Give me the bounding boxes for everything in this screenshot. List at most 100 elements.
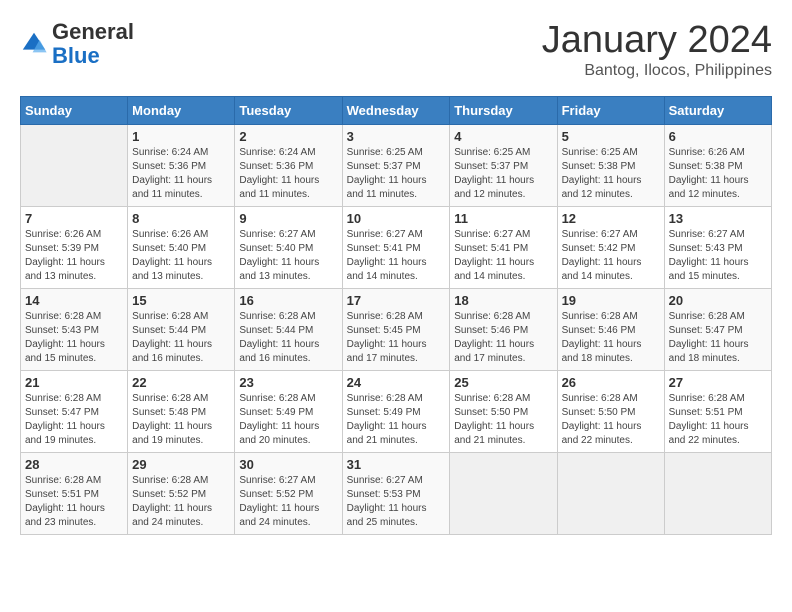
day-info: Sunrise: 6:28 AMSunset: 5:51 PMDaylight:… [25,474,123,530]
day-cell: 17 Sunrise: 6:28 AMSunset: 5:45 PMDayligh… [342,288,450,370]
column-header-friday: Friday [557,96,664,124]
day-info: Sunrise: 6:26 AMSunset: 5:39 PMDaylight:… [25,228,123,284]
day-cell: 16 Sunrise: 6:28 AMSunset: 5:44 PMDayligh… [235,288,342,370]
day-cell [557,452,664,534]
day-info: Sunrise: 6:28 AMSunset: 5:50 PMDaylight:… [454,392,552,448]
day-cell [664,452,771,534]
day-info: Sunrise: 6:28 AMSunset: 5:47 PMDaylight:… [669,310,767,366]
day-number: 5 [562,129,660,144]
day-cell: 21 Sunrise: 6:28 AMSunset: 5:47 PMDayligh… [21,370,128,452]
day-number: 2 [239,129,337,144]
day-cell: 24 Sunrise: 6:28 AMSunset: 5:49 PMDayligh… [342,370,450,452]
day-info: Sunrise: 6:28 AMSunset: 5:51 PMDaylight:… [669,392,767,448]
day-number: 17 [347,293,446,308]
day-cell: 30 Sunrise: 6:27 AMSunset: 5:52 PMDayligh… [235,452,342,534]
column-header-tuesday: Tuesday [235,96,342,124]
day-info: Sunrise: 6:28 AMSunset: 5:49 PMDaylight:… [347,392,446,448]
day-number: 14 [25,293,123,308]
week-row-1: 1 Sunrise: 6:24 AMSunset: 5:36 PMDaylight… [21,124,772,206]
day-cell: 28 Sunrise: 6:28 AMSunset: 5:51 PMDayligh… [21,452,128,534]
day-info: Sunrise: 6:24 AMSunset: 5:36 PMDaylight:… [239,146,337,202]
day-cell: 8Sunrise: 6:26 AMSunset: 5:40 PMDaylight… [128,206,235,288]
calendar-table: SundayMondayTuesdayWednesdayThursdayFrid… [20,96,772,535]
day-cell: 11 Sunrise: 6:27 AMSunset: 5:41 PMDayligh… [450,206,557,288]
day-info: Sunrise: 6:27 AMSunset: 5:41 PMDaylight:… [454,228,552,284]
day-number: 11 [454,211,552,226]
day-cell: 7Sunrise: 6:26 AMSunset: 5:39 PMDaylight… [21,206,128,288]
week-row-4: 21 Sunrise: 6:28 AMSunset: 5:47 PMDayligh… [21,370,772,452]
day-info: Sunrise: 6:28 AMSunset: 5:46 PMDaylight:… [454,310,552,366]
day-number: 9 [239,211,337,226]
logo-general-text: General [52,19,134,44]
day-info: Sunrise: 6:27 AMSunset: 5:40 PMDaylight:… [239,228,337,284]
day-number: 26 [562,375,660,390]
day-cell: 10Sunrise: 6:27 AMSunset: 5:41 PMDayligh… [342,206,450,288]
day-cell: 18Sunrise: 6:28 AMSunset: 5:46 PMDayligh… [450,288,557,370]
column-header-wednesday: Wednesday [342,96,450,124]
day-number: 1 [132,129,230,144]
day-number: 13 [669,211,767,226]
day-cell: 14Sunrise: 6:28 AMSunset: 5:43 PMDayligh… [21,288,128,370]
day-number: 8 [132,211,230,226]
day-cell: 20Sunrise: 6:28 AMSunset: 5:47 PMDayligh… [664,288,771,370]
day-info: Sunrise: 6:26 AMSunset: 5:38 PMDaylight:… [669,146,767,202]
day-info: Sunrise: 6:28 AMSunset: 5:47 PMDaylight:… [25,392,123,448]
day-info: Sunrise: 6:27 AMSunset: 5:43 PMDaylight:… [669,228,767,284]
column-header-sunday: Sunday [21,96,128,124]
day-number: 6 [669,129,767,144]
day-cell: 19 Sunrise: 6:28 AMSunset: 5:46 PMDayligh… [557,288,664,370]
week-row-3: 14Sunrise: 6:28 AMSunset: 5:43 PMDayligh… [21,288,772,370]
day-cell: 29 Sunrise: 6:28 AMSunset: 5:52 PMDayligh… [128,452,235,534]
day-cell: 1Sunrise: 6:24 AMSunset: 5:36 PMDaylight… [128,124,235,206]
day-cell: 22 Sunrise: 6:28 AMSunset: 5:48 PMDayligh… [128,370,235,452]
day-info: Sunrise: 6:28 AMSunset: 5:44 PMDaylight:… [132,310,230,366]
day-info: Sunrise: 6:28 AMSunset: 5:46 PMDaylight:… [562,310,660,366]
column-header-thursday: Thursday [450,96,557,124]
day-info: Sunrise: 6:27 AMSunset: 5:53 PMDaylight:… [347,474,446,530]
day-number: 25 [454,375,552,390]
day-cell [21,124,128,206]
calendar-header-row: SundayMondayTuesdayWednesdayThursdayFrid… [21,96,772,124]
day-number: 24 [347,375,446,390]
day-cell: 31 Sunrise: 6:27 AMSunset: 5:53 PMDayligh… [342,452,450,534]
day-info: Sunrise: 6:28 AMSunset: 5:48 PMDaylight:… [132,392,230,448]
logo: General Blue [20,20,134,68]
day-cell: 12Sunrise: 6:27 AMSunset: 5:42 PMDayligh… [557,206,664,288]
day-number: 31 [347,457,446,472]
column-header-monday: Monday [128,96,235,124]
day-number: 10 [347,211,446,226]
day-number: 29 [132,457,230,472]
day-cell: 6 Sunrise: 6:26 AMSunset: 5:38 PMDaylight… [664,124,771,206]
day-info: Sunrise: 6:25 AMSunset: 5:37 PMDaylight:… [347,146,446,202]
day-cell: 15 Sunrise: 6:28 AMSunset: 5:44 PMDayligh… [128,288,235,370]
day-info: Sunrise: 6:27 AMSunset: 5:52 PMDaylight:… [239,474,337,530]
page-header: General Blue January 2024 Bantog, Ilocos… [20,20,772,80]
day-number: 15 [132,293,230,308]
day-info: Sunrise: 6:28 AMSunset: 5:45 PMDaylight:… [347,310,446,366]
day-cell: 2 Sunrise: 6:24 AMSunset: 5:36 PMDaylight… [235,124,342,206]
day-number: 28 [25,457,123,472]
day-info: Sunrise: 6:25 AMSunset: 5:37 PMDaylight:… [454,146,552,202]
logo-blue-text: Blue [52,43,100,68]
day-info: Sunrise: 6:28 AMSunset: 5:52 PMDaylight:… [132,474,230,530]
day-number: 27 [669,375,767,390]
day-cell: 9 Sunrise: 6:27 AMSunset: 5:40 PMDaylight… [235,206,342,288]
day-info: Sunrise: 6:28 AMSunset: 5:49 PMDaylight:… [239,392,337,448]
day-number: 23 [239,375,337,390]
location: Bantog, Ilocos, Philippines [542,62,772,80]
day-cell: 25 Sunrise: 6:28 AMSunset: 5:50 PMDayligh… [450,370,557,452]
day-info: Sunrise: 6:28 AMSunset: 5:44 PMDaylight:… [239,310,337,366]
day-number: 30 [239,457,337,472]
day-number: 19 [562,293,660,308]
day-cell: 27 Sunrise: 6:28 AMSunset: 5:51 PMDayligh… [664,370,771,452]
day-number: 16 [239,293,337,308]
month-title: January 2024 [542,20,772,62]
day-cell: 5Sunrise: 6:25 AMSunset: 5:38 PMDaylight… [557,124,664,206]
day-number: 22 [132,375,230,390]
day-number: 21 [25,375,123,390]
day-number: 4 [454,129,552,144]
day-info: Sunrise: 6:27 AMSunset: 5:42 PMDaylight:… [562,228,660,284]
day-cell: 13 Sunrise: 6:27 AMSunset: 5:43 PMDayligh… [664,206,771,288]
day-number: 3 [347,129,446,144]
title-block: January 2024 Bantog, Ilocos, Philippines [542,20,772,80]
